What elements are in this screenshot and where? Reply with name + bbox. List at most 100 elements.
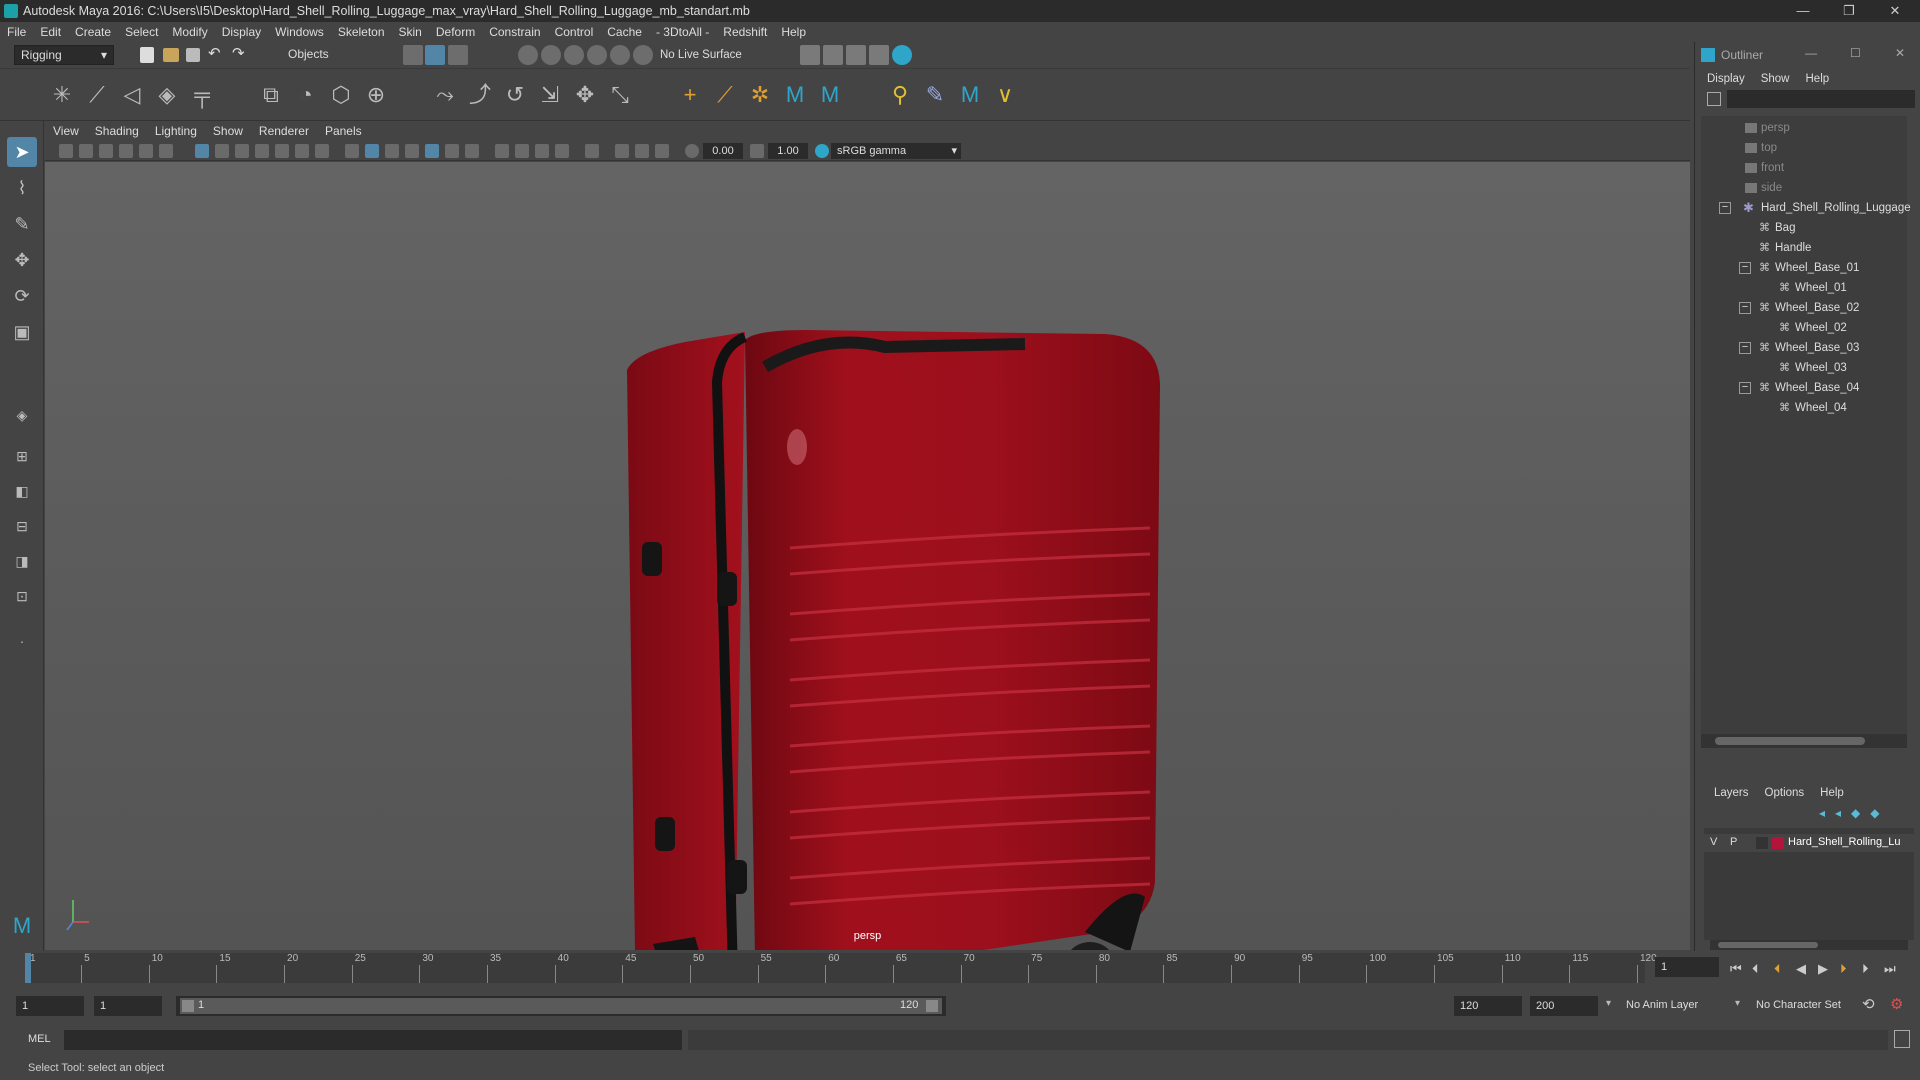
maya-m-icon[interactable]: M [780,80,810,110]
menu-edit[interactable]: Edit [33,25,68,39]
film-gate-icon[interactable] [215,144,229,158]
outliner-item-wheel-base-03[interactable]: − ⌘ Wheel_Base_03 [1701,338,1915,358]
layer-menu-layers[interactable]: Layers [1704,787,1757,799]
bind-skin-icon[interactable]: ⧉ [256,80,286,110]
menu-skeleton[interactable]: Skeleton [331,25,392,39]
collapse-icon[interactable]: − [1739,262,1751,274]
persp-outliner-icon[interactable]: ◧ [7,476,37,506]
outliner-maximize-button[interactable]: ☐ [1850,46,1861,60]
panel-menu-panels[interactable]: Panels [317,124,370,138]
viewport-persp[interactable]: persp [45,162,1690,950]
paint-select-icon[interactable]: ✎ [7,209,37,239]
maximize-button[interactable]: ❐ [1826,0,1872,22]
lasso-tool-icon[interactable]: ⌇ [7,173,37,203]
collapse-icon[interactable]: − [1739,342,1751,354]
select-by-object-icon[interactable] [425,45,445,65]
move-tool-icon[interactable]: ✥ [7,245,37,275]
outliner-item-wheel-02[interactable]: ⌘ Wheel_02 [1701,318,1915,338]
outliner-item-persp[interactable]: persp [1701,118,1915,138]
parent-constraint-icon[interactable]: ✥ [570,80,600,110]
persp-hypershade-icon[interactable]: ◨ [7,546,37,576]
layer-action-icons[interactable]: ◂◂◆◆ [1819,806,1890,820]
exposure-field[interactable]: 0.00 [703,143,743,159]
script-editor-icon[interactable] [1894,1030,1910,1048]
close-button[interactable]: ✕ [1872,0,1918,22]
outliner-minimize-button[interactable]: — [1805,46,1817,60]
range-end-grip[interactable] [926,1000,938,1012]
four-view-icon[interactable]: ⊞ [7,441,37,471]
menu-modify[interactable]: Modify [165,25,214,39]
outliner-item-wheel-04[interactable]: ⌘ Wheel_04 [1701,398,1915,418]
hypershade-icon[interactable] [892,45,912,65]
gate-mask-icon[interactable] [255,144,269,158]
snap-view-plane-icon[interactable] [587,45,607,65]
outliner-item-side[interactable]: side [1701,178,1915,198]
outliner-item-handle[interactable]: ⌘ Handle [1701,238,1915,258]
live-surface-label[interactable]: No Live Surface [660,49,742,61]
layout-options-icon[interactable]: · [7,626,37,656]
goto-start-icon[interactable]: ⏮ [1730,961,1742,977]
panel-menu-lighting[interactable]: Lighting [147,124,205,138]
outliner-item-bag[interactable]: ⌘ Bag [1701,218,1915,238]
collapse-icon[interactable]: − [1739,382,1751,394]
end-time-field[interactable]: 200 [1530,996,1598,1016]
ambient-occlusion-icon[interactable] [495,144,509,158]
playback-end-field[interactable]: 120 [1454,996,1522,1016]
menu-create[interactable]: Create [68,25,118,39]
outliner-search-field[interactable] [1727,90,1915,108]
safe-action-icon[interactable] [295,144,309,158]
select-by-component-icon[interactable] [448,45,468,65]
motion-blur-icon[interactable] [515,144,529,158]
single-view-icon[interactable]: ◈ [7,400,37,430]
grease-pencil-icon[interactable] [159,144,173,158]
snap-point-icon[interactable] [564,45,584,65]
script-language-toggle[interactable]: MEL [28,1033,51,1045]
camera-lock-icon[interactable] [79,144,93,158]
panel-menu-show[interactable]: Show [205,124,251,138]
step-forward-key-icon[interactable]: ⏵ [1862,961,1869,977]
anim-layer-dropdown[interactable]: No Anim Layer [1626,999,1698,1011]
render-view-icon[interactable] [869,45,889,65]
hik-icon[interactable]: ✲ [745,80,775,110]
bookmark-icon[interactable] [99,144,113,158]
play-backward-icon[interactable]: ◀ [1796,961,1806,977]
character-icon[interactable]: ⚲ [885,80,915,110]
default-material-icon[interactable] [385,144,399,158]
menu-control[interactable]: Control [548,25,601,39]
menu-select[interactable]: Select [118,25,165,39]
panel-menu-shading[interactable]: Shading [87,124,147,138]
layer-color-swatch[interactable] [1772,837,1784,849]
outliner-item-wheel-base-01[interactable]: − ⌘ Wheel_Base_01 [1701,258,1915,278]
layer-menu-options[interactable]: Options [1757,787,1813,799]
shadows-icon[interactable] [465,144,479,158]
panel-menu-renderer[interactable]: Renderer [251,124,317,138]
2d-pan-icon[interactable] [139,144,153,158]
menu-help[interactable]: Help [774,25,813,39]
menu-windows[interactable]: Windows [268,25,331,39]
xray-components-icon[interactable] [655,144,669,158]
xray-joints-icon[interactable] [635,144,649,158]
camera-select-icon[interactable] [59,144,73,158]
outliner-close-button[interactable]: ✕ [1895,46,1905,60]
range-slider-handle[interactable]: 1 120 [180,998,942,1014]
outliner-menu-show[interactable]: Show [1753,73,1798,85]
selection-mode-dropdown[interactable]: Objects [282,45,377,65]
check-icon[interactable]: ∨ [990,80,1020,110]
auto-key-icon[interactable]: ⟲ [1862,995,1875,1013]
orient-constraint-icon[interactable]: ↺ [500,80,530,110]
outliner-menu-help[interactable]: Help [1798,73,1838,85]
outliner-hscroll-thumb[interactable] [1715,737,1865,745]
open-scene-icon[interactable] [163,48,179,62]
menu-redshift[interactable]: Redshift [716,25,774,39]
outliner-item-wheel-01[interactable]: ⌘ Wheel_01 [1701,278,1915,298]
outliner-item-wheel-base-02[interactable]: − ⌘ Wheel_Base_02 [1701,298,1915,318]
use-all-lights-icon[interactable] [445,144,459,158]
step-back-frame-icon[interactable]: ⏴ [1774,961,1781,977]
time-slider[interactable]: 1 5 10 15 20 25 30 35 40 45 50 55 60 65 70 75 80 85 90 95 10… [0,951,1920,986]
goto-end-icon[interactable]: ⏭ [1884,961,1896,977]
snap-live-icon[interactable] [633,45,653,65]
outliner-hscrollbar[interactable] [1701,734,1907,748]
create-joint-icon[interactable]: ✳ [47,80,77,110]
anti-aliasing-icon[interactable] [535,144,549,158]
collapse-icon[interactable]: − [1739,302,1751,314]
